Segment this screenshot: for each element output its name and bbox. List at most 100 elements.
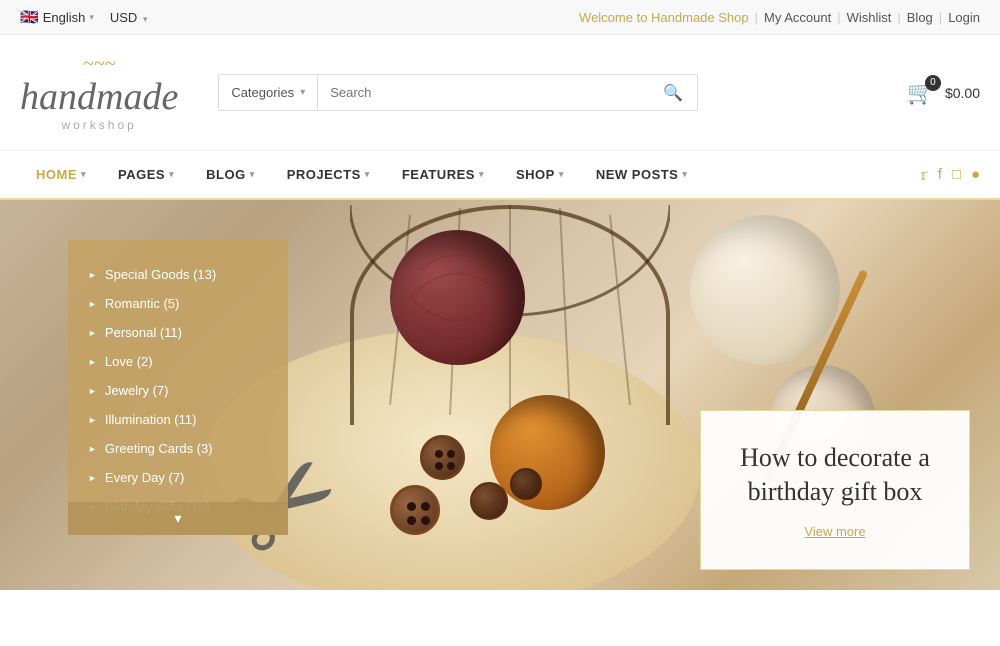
cart-price: $0.00 bbox=[945, 85, 980, 101]
sidebar-label-7: Every Day (7) bbox=[105, 470, 184, 485]
yarn-amber bbox=[490, 395, 605, 510]
cart-count-badge: 0 bbox=[925, 75, 941, 91]
sidebar-label-2: Personal (11) bbox=[105, 325, 182, 340]
logo-decoration: ~~~ bbox=[20, 53, 178, 76]
hero-card-view-more-link[interactable]: View more bbox=[804, 524, 865, 539]
nav-item-shop[interactable]: SHOP ▾ bbox=[500, 151, 580, 198]
currency-label: USD bbox=[110, 10, 137, 25]
sidebar-label-3: Love (2) bbox=[105, 354, 153, 369]
currency-chevron-icon: ▾ bbox=[143, 14, 148, 24]
sidebar-arrow-icon-7: ► bbox=[88, 473, 97, 483]
top-bar-left: 🇬🇧 English ▾ USD ▾ bbox=[20, 8, 147, 26]
nav-blog-label: BLOG bbox=[206, 167, 246, 182]
sidebar-arrow-icon-6: ► bbox=[88, 444, 97, 454]
sidebar-label-5: Illumination (11) bbox=[105, 412, 197, 427]
button-2 bbox=[470, 482, 508, 520]
divider-1: | bbox=[755, 10, 758, 25]
nav-item-newposts[interactable]: NEW POSTS ▾ bbox=[580, 151, 704, 198]
hero-section: ✂ ► Special Goods (13) ► Romantic (5) ► … bbox=[0, 200, 1000, 590]
nav-items: HOME ▾ PAGES ▾ BLOG ▾ PROJECTS ▾ FEATURE… bbox=[20, 151, 703, 198]
nav-item-projects[interactable]: PROJECTS ▾ bbox=[271, 151, 386, 198]
sidebar-arrow-icon-5: ► bbox=[88, 415, 97, 425]
sidebar-arrow-icon-2: ► bbox=[88, 328, 97, 338]
nav-blog-arrow-icon: ▾ bbox=[250, 169, 255, 180]
top-bar: 🇬🇧 English ▾ USD ▾ Welcome to Handmade S… bbox=[0, 0, 1000, 35]
pinterest-icon[interactable]: ● bbox=[971, 166, 980, 183]
sidebar-arrow-icon-1: ► bbox=[88, 299, 97, 309]
nav-item-blog[interactable]: BLOG ▾ bbox=[190, 151, 271, 198]
nav-shop-arrow-icon: ▾ bbox=[559, 169, 564, 180]
button-4 bbox=[390, 485, 440, 535]
divider-3: | bbox=[897, 10, 900, 25]
search-icon: 🔍 bbox=[663, 85, 683, 102]
nav-pages-arrow-icon: ▾ bbox=[169, 169, 174, 180]
sidebar-menu: ► Special Goods (13) ► Romantic (5) ► Pe… bbox=[68, 240, 288, 535]
nav-features-arrow-icon: ▾ bbox=[479, 169, 484, 180]
sidebar-label-6: Greeting Cards (3) bbox=[105, 441, 213, 456]
wishlist-link[interactable]: Wishlist bbox=[847, 10, 892, 25]
tumblr-icon[interactable]: □ bbox=[952, 166, 961, 183]
sidebar-label-0: Special Goods (13) bbox=[105, 267, 216, 282]
facebook-icon[interactable]: f bbox=[938, 166, 942, 183]
nav-newposts-arrow-icon: ▾ bbox=[682, 169, 687, 180]
hero-card-title: How to decorate a birthday gift box bbox=[725, 441, 945, 509]
yarn-cream bbox=[690, 215, 840, 365]
nav-home-arrow-icon: ▾ bbox=[81, 169, 86, 180]
sidebar-item-every-day[interactable]: ► Every Day (7) bbox=[68, 463, 288, 492]
sidebar-item-love[interactable]: ► Love (2) bbox=[68, 347, 288, 376]
nav-projects-arrow-icon: ▾ bbox=[365, 169, 370, 180]
sidebar-arrow-icon-4: ► bbox=[88, 386, 97, 396]
nav-item-home[interactable]: HOME ▾ bbox=[20, 151, 102, 198]
button-1 bbox=[420, 435, 465, 480]
my-account-link[interactable]: My Account bbox=[764, 10, 831, 25]
currency-selector[interactable]: USD ▾ bbox=[110, 10, 148, 25]
nav-social: 𝕣 f □ ● bbox=[920, 166, 980, 184]
cart-icon-wrap: 🛒 0 bbox=[905, 77, 937, 109]
sidebar-expand-button[interactable]: ▾ bbox=[68, 502, 288, 535]
categories-chevron-icon: ▾ bbox=[300, 87, 305, 98]
divider-4: | bbox=[939, 10, 942, 25]
categories-label: Categories bbox=[231, 85, 294, 100]
language-label: English bbox=[43, 10, 86, 25]
sidebar-item-greeting-cards[interactable]: ► Greeting Cards (3) bbox=[68, 434, 288, 463]
nav-item-features[interactable]: FEATURES ▾ bbox=[386, 151, 500, 198]
lang-chevron-icon: ▾ bbox=[89, 12, 94, 23]
hero-card: How to decorate a birthday gift box View… bbox=[700, 410, 970, 570]
logo-subtext: workshop bbox=[20, 118, 178, 132]
sidebar-item-jewelry[interactable]: ► Jewelry (7) bbox=[68, 376, 288, 405]
sidebar-item-special-goods[interactable]: ► Special Goods (13) bbox=[68, 260, 288, 289]
header: ~~~ handmade workshop Categories ▾ 🔍 🛒 0… bbox=[0, 35, 1000, 151]
login-link[interactable]: Login bbox=[948, 10, 980, 25]
language-selector[interactable]: 🇬🇧 English ▾ bbox=[20, 8, 94, 26]
blog-link[interactable]: Blog bbox=[907, 10, 933, 25]
logo-text: handmade bbox=[20, 78, 178, 116]
categories-dropdown[interactable]: Categories ▾ bbox=[219, 75, 318, 110]
sidebar-item-illumination[interactable]: ► Illumination (11) bbox=[68, 405, 288, 434]
divider-2: | bbox=[837, 10, 840, 25]
nav-projects-label: PROJECTS bbox=[287, 167, 361, 182]
button-3 bbox=[510, 468, 542, 500]
top-bar-right: Welcome to Handmade Shop | My Account | … bbox=[579, 10, 980, 25]
sidebar-item-personal[interactable]: ► Personal (11) bbox=[68, 318, 288, 347]
sidebar-item-romantic[interactable]: ► Romantic (5) bbox=[68, 289, 288, 318]
sidebar-arrow-icon-3: ► bbox=[88, 357, 97, 367]
search-input[interactable] bbox=[318, 75, 649, 110]
search-bar: Categories ▾ 🔍 bbox=[218, 74, 698, 111]
nav-newposts-label: NEW POSTS bbox=[596, 167, 679, 182]
main-nav: HOME ▾ PAGES ▾ BLOG ▾ PROJECTS ▾ FEATURE… bbox=[0, 151, 1000, 200]
sidebar-arrow-icon: ► bbox=[88, 270, 97, 280]
yarn-burgundy bbox=[390, 230, 525, 365]
welcome-message: Welcome to Handmade Shop bbox=[579, 10, 749, 25]
logo[interactable]: ~~~ handmade workshop bbox=[20, 53, 178, 132]
nav-item-pages[interactable]: PAGES ▾ bbox=[102, 151, 190, 198]
sidebar-label-4: Jewelry (7) bbox=[105, 383, 169, 398]
sidebar-label-1: Romantic (5) bbox=[105, 296, 179, 311]
cart-button[interactable]: 🛒 0 $0.00 bbox=[905, 77, 980, 109]
nav-features-label: FEATURES bbox=[402, 167, 475, 182]
twitter-icon[interactable]: 𝕣 bbox=[920, 166, 927, 184]
nav-shop-label: SHOP bbox=[516, 167, 555, 182]
sidebar-expand-icon: ▾ bbox=[174, 510, 181, 527]
nav-pages-label: PAGES bbox=[118, 167, 165, 182]
nav-home-label: HOME bbox=[36, 167, 77, 182]
search-button[interactable]: 🔍 bbox=[649, 75, 697, 110]
